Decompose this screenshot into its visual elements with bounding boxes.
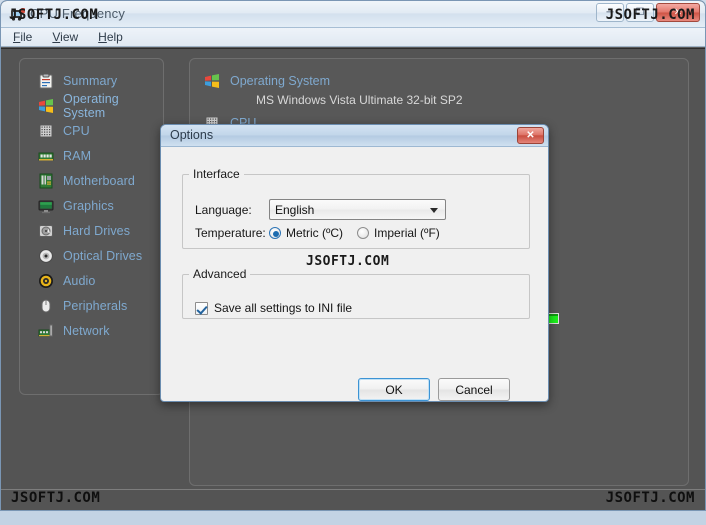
network-card-icon: [38, 324, 53, 336]
sidebar-item-hard-drives[interactable]: Hard Drives: [20, 218, 163, 243]
save-ini-label: Save all settings to INI file: [214, 301, 353, 315]
sidebar-item-label: Summary: [63, 73, 118, 88]
dialog-close-button[interactable]: ✕: [517, 127, 544, 144]
app-icon: [11, 8, 25, 21]
hard-disk-icon: [39, 224, 53, 237]
advanced-group: Advanced Save all settings to INI file: [182, 267, 530, 319]
menu-help-rest: elp: [106, 30, 123, 44]
windows-logo-icon: [205, 74, 219, 88]
menu-help-accel: H: [98, 30, 107, 44]
window-title: CPU Frequency: [30, 6, 126, 21]
watermark-bottom-left: JSOFTJ.COM: [11, 490, 101, 506]
cancel-button[interactable]: Cancel: [438, 378, 510, 401]
interface-legend: Interface: [193, 167, 240, 181]
sidebar-item-summary[interactable]: Summary: [20, 68, 163, 93]
dialog-title: Options: [170, 128, 214, 142]
sidebar-item-label: Network: [63, 323, 110, 338]
sidebar-item-motherboard[interactable]: Motherboard: [20, 168, 163, 193]
language-label: Language:: [195, 202, 252, 217]
status-indicator: [548, 313, 559, 324]
sidebar-item-label: Hard Drives: [63, 223, 131, 238]
ok-button[interactable]: OK: [358, 378, 430, 401]
sidebar-item-audio[interactable]: Audio: [20, 268, 163, 293]
minimize-button[interactable]: ─: [596, 3, 624, 22]
sidebar-item-operating-system[interactable]: Operating System: [20, 91, 163, 120]
optical-disc-icon: [39, 248, 53, 263]
menu-view-rest: iew: [60, 30, 79, 44]
cpu-chip-icon: [39, 124, 53, 137]
sidebar-item-optical-drives[interactable]: Optical Drives: [20, 243, 163, 268]
sidebar-item-label: RAM: [63, 148, 92, 163]
sidebar-item-label: Motherboard: [63, 173, 135, 188]
interface-group: Interface Language: English Temperature:…: [182, 167, 530, 249]
menu-view[interactable]: View: [50, 30, 80, 44]
main-window: CPU Frequency ─ ☐ ✕ File View Help Summa…: [0, 0, 706, 511]
radio-imperial-label: Imperial (ºF): [374, 226, 440, 240]
window-titlebar: CPU Frequency ─ ☐ ✕: [1, 1, 705, 28]
sidebar-item-label: CPU: [63, 123, 90, 138]
language-value: English: [275, 202, 315, 217]
menu-view-accel: V: [52, 30, 61, 44]
os-value: MS Windows Vista Ultimate 32-bit SP2: [256, 93, 463, 107]
sidebar-list: Summary Operating System CPU RAM Motherb…: [20, 68, 163, 343]
screen-root: CPU Frequency ─ ☐ ✕ File View Help Summa…: [0, 0, 706, 525]
menubar: File View Help: [1, 28, 705, 47]
window-controls: ─ ☐ ✕: [596, 3, 700, 22]
sidebar-item-label: Optical Drives: [63, 248, 143, 263]
save-ini-row[interactable]: Save all settings to INI file: [195, 301, 352, 315]
os-heading: Operating System: [230, 74, 331, 88]
memory-module-icon: [38, 152, 54, 160]
menu-file[interactable]: File: [11, 30, 34, 44]
sidebar-item-ram[interactable]: RAM: [20, 143, 163, 168]
sidebar-item-label: Audio: [63, 273, 96, 288]
menu-help[interactable]: Help: [96, 30, 125, 44]
radio-imperial[interactable]: Imperial (ºF): [357, 226, 440, 240]
sidebar-item-label: Peripherals: [63, 298, 128, 313]
chevron-down-icon: [430, 208, 438, 213]
temperature-label: Temperature:: [195, 226, 266, 240]
menu-file-rest: ile: [20, 30, 33, 44]
radio-metric[interactable]: Metric (ºC): [269, 226, 343, 240]
content-row-operating-system: Operating System: [204, 71, 678, 91]
save-ini-checkbox[interactable]: [195, 301, 208, 315]
clipboard-icon: [39, 73, 53, 88]
windows-logo-icon: [39, 98, 53, 113]
speaker-icon: [39, 273, 53, 288]
language-row: Language: English: [195, 199, 446, 220]
sidebar-item-label: Graphics: [63, 198, 114, 213]
dialog-body: Interface Language: English Temperature:…: [161, 147, 548, 401]
status-bar: JSOFTJ.COM JSOFTJ.COM: [1, 489, 705, 510]
sidebar-item-label: Operating System: [63, 91, 119, 120]
language-select[interactable]: English: [269, 199, 446, 220]
radio-metric-indicator: [269, 227, 281, 239]
sidebar-item-cpu[interactable]: CPU: [20, 118, 163, 143]
sidebar-item-peripherals[interactable]: Peripherals: [20, 293, 163, 318]
sidebar-item-network[interactable]: Network: [20, 318, 163, 343]
mouse-icon: [41, 299, 51, 312]
temperature-row: Temperature: Metric (ºC) Imperial (ºF): [195, 226, 454, 240]
advanced-legend: Advanced: [193, 267, 247, 281]
options-dialog: Options ✕ Interface Language: English Te…: [160, 124, 549, 402]
sidebar-panel: Summary Operating System CPU RAM Motherb…: [19, 58, 164, 395]
monitor-icon: [38, 200, 54, 213]
maximize-button[interactable]: ☐: [626, 3, 654, 22]
sidebar-item-graphics[interactable]: Graphics: [20, 193, 163, 218]
radio-imperial-indicator: [357, 227, 370, 239]
motherboard-icon: [39, 173, 53, 188]
radio-metric-label: Metric (ºC): [286, 226, 344, 240]
dialog-titlebar: Options ✕: [161, 125, 548, 147]
close-button[interactable]: ✕: [656, 3, 700, 22]
watermark-bottom-right: JSOFTJ.COM: [605, 490, 695, 506]
